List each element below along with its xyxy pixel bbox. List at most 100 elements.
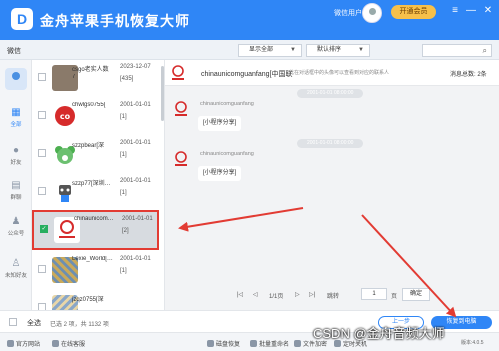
disk-recovery-link[interactable]: 磁盘恢复 bbox=[207, 339, 240, 348]
page-unit-label: 页 bbox=[391, 294, 398, 300]
filter-dropdown-label: 显示全部 bbox=[249, 47, 274, 53]
menu-icon[interactable]: ≡ bbox=[448, 4, 462, 18]
watermark: CSDN @金舟音频大师 bbox=[313, 326, 445, 341]
grid-icon: ▦ bbox=[11, 107, 21, 118]
contact-name: Lexie_World[… bbox=[72, 256, 113, 262]
official-site-link[interactable]: 官方网站 bbox=[7, 339, 40, 348]
sidebar-item-all[interactable]: ▦ 全部 bbox=[0, 104, 32, 134]
contact-checkbox[interactable] bbox=[38, 149, 46, 157]
unknown-friend-icon: ♙ bbox=[11, 258, 21, 269]
chat-panel: chinaunicomguanfang[中国联 此在对话框中的头像可以查看到对应… bbox=[165, 60, 499, 310]
sidebar-item-label: 全部 bbox=[10, 122, 22, 128]
sidebar-item-official-accounts[interactable]: ♟ 公众号 bbox=[0, 213, 32, 243]
contact-list-scrollbar[interactable] bbox=[161, 66, 164, 121]
headset-icon bbox=[52, 340, 59, 347]
contact-message-count: [1] bbox=[120, 268, 127, 274]
contact-name: szzpbear[深 bbox=[72, 143, 105, 149]
status-item-label: 文件加密 bbox=[303, 342, 328, 348]
prev-page-icon[interactable]: ◁ bbox=[253, 291, 258, 298]
batch-rename-link[interactable]: 批量重命名 bbox=[250, 339, 289, 348]
unicom-logo-icon bbox=[175, 101, 187, 116]
contact-item[interactable]: csgo老实人数 7 2023-12-07 [435] bbox=[32, 60, 159, 98]
official-account-icon: ♟ bbox=[11, 216, 21, 227]
filter-dropdown[interactable]: 显示全部 ▼ bbox=[238, 44, 302, 57]
goto-confirm-button[interactable]: 确定 bbox=[402, 288, 430, 301]
contact-checkbox-checked[interactable]: ✓ bbox=[40, 225, 48, 233]
section-title: 微信 bbox=[7, 48, 21, 55]
contact-list: csgo老实人数 7 2023-12-07 [435] co chwlgs075… bbox=[32, 60, 165, 310]
select-all-checkbox[interactable] bbox=[9, 318, 17, 326]
contact-checkbox[interactable] bbox=[38, 265, 46, 273]
sort-dropdown[interactable]: 默认排序 ▼ bbox=[306, 44, 370, 57]
contact-date: 2001-01-01 bbox=[120, 256, 151, 262]
contact-checkbox[interactable] bbox=[38, 187, 46, 195]
group-chat-icon: ▤ bbox=[11, 180, 21, 191]
home-icon bbox=[7, 340, 14, 347]
select-all-label[interactable]: 全选 bbox=[27, 318, 41, 328]
message-timestamp: 2001-01-01 08:00:00 bbox=[297, 139, 364, 148]
contact-item[interactable]: jzqz0755[深 bbox=[32, 290, 159, 310]
search-input[interactable]: ⌕ bbox=[422, 44, 492, 57]
app-title: 金舟苹果手机恢复大师 bbox=[40, 13, 190, 29]
chat-contact-name: chinaunicomguanfang[中国联 bbox=[201, 71, 293, 78]
status-item-label: 定时关机 bbox=[343, 342, 368, 348]
contact-message-count: [435] bbox=[120, 76, 134, 82]
search-icon[interactable]: ⌕ bbox=[483, 46, 487, 56]
first-page-icon[interactable]: |◁ bbox=[237, 291, 243, 298]
message-bubble[interactable]: [小程序分享] bbox=[198, 116, 242, 131]
contact-date: 2001-01-01 bbox=[120, 140, 151, 146]
contact-message-count: [1] bbox=[120, 152, 127, 158]
contact-name: csgo老实人数 bbox=[72, 67, 109, 73]
contact-item-selected[interactable]: ✓ chinaunicom… 2001-01-01 [2] bbox=[32, 210, 159, 250]
contact-date: 2001-01-01 bbox=[120, 178, 151, 184]
minimize-icon[interactable]: — bbox=[464, 4, 478, 18]
app-logo-icon: D bbox=[11, 8, 33, 30]
chevron-down-icon: ▼ bbox=[358, 47, 364, 53]
contact-message-count: [1] bbox=[120, 190, 127, 196]
last-page-icon[interactable]: ▷| bbox=[309, 291, 315, 298]
friend-icon: ● bbox=[12, 145, 20, 156]
contact-date: 2001-01-01 bbox=[122, 216, 153, 222]
contact-name: jzqz0755[深 bbox=[72, 297, 104, 303]
status-item-label: 在线客服 bbox=[61, 342, 86, 348]
sidebar-item-label: 好友 bbox=[10, 160, 22, 166]
chat-header: chinaunicomguanfang[中国联 此在对话框中的头像可以查看到对应… bbox=[165, 60, 499, 86]
user-avatar[interactable] bbox=[362, 3, 382, 23]
goto-label: 跳转 bbox=[327, 294, 340, 300]
contact-checkbox[interactable] bbox=[38, 111, 46, 119]
sidebar-item-unknown-friends[interactable]: ♙ 未知好友 bbox=[0, 255, 32, 285]
device-avatar bbox=[5, 68, 27, 90]
selection-info: 已选 2 项，共 1132 项 bbox=[50, 322, 109, 328]
contact-item[interactable]: Lexie_World[… 2001-01-01 [1] bbox=[32, 252, 159, 290]
contact-item[interactable]: szzp77[深圳… 2001-01-01 [1] bbox=[32, 174, 159, 212]
online-service-link[interactable]: 在线客服 bbox=[52, 339, 85, 348]
toolbar: 微信 显示全部 ▼ 默认排序 ▼ ⌕ bbox=[0, 40, 499, 60]
chevron-down-icon: ▼ bbox=[290, 47, 296, 53]
unicom-logo-icon bbox=[172, 65, 184, 80]
version-label: 版本:4.0.5 bbox=[461, 340, 484, 346]
page-info: 1/1页 bbox=[269, 294, 284, 300]
sidebar-item-label: 未知好友 bbox=[4, 273, 27, 279]
sidebar-item-friends[interactable]: ● 好友 bbox=[0, 142, 32, 172]
contact-name-suffix: 7 bbox=[72, 74, 76, 80]
rename-icon bbox=[250, 340, 257, 347]
status-item-label: 批量重命名 bbox=[259, 342, 290, 348]
sidebar-item-group-chats[interactable]: ▤ 群聊 bbox=[0, 177, 32, 207]
sidebar-item-label: 群聊 bbox=[10, 195, 22, 201]
contact-checkbox[interactable] bbox=[38, 73, 46, 81]
contact-item[interactable]: co chwlgs0755[ 2001-01-01 [1] bbox=[32, 98, 159, 136]
unicom-logo-icon bbox=[175, 151, 187, 166]
message-sender: chinaunicomguanfang bbox=[200, 151, 254, 157]
contact-name: chinaunicom… bbox=[74, 216, 114, 222]
user-label[interactable]: 微信用户 bbox=[334, 8, 362, 18]
message-timestamp: 2001-01-01 08:00:00 bbox=[297, 89, 364, 98]
close-icon[interactable]: ✕ bbox=[481, 4, 495, 18]
contact-date: 2001-01-01 bbox=[120, 102, 151, 108]
member-button[interactable]: 开通会员 bbox=[391, 5, 436, 19]
page-number-input[interactable]: 1 bbox=[361, 288, 387, 300]
pagination: |◁ ◁ 1/1页 ▷ ▷| 跳转 1 页 确定 bbox=[165, 284, 499, 306]
message-bubble[interactable]: [小程序分享] bbox=[198, 166, 242, 181]
contact-checkbox[interactable] bbox=[38, 303, 46, 310]
contact-item[interactable]: szzpbear[深 2001-01-01 [1] bbox=[32, 136, 159, 174]
next-page-icon[interactable]: ▷ bbox=[295, 291, 300, 298]
